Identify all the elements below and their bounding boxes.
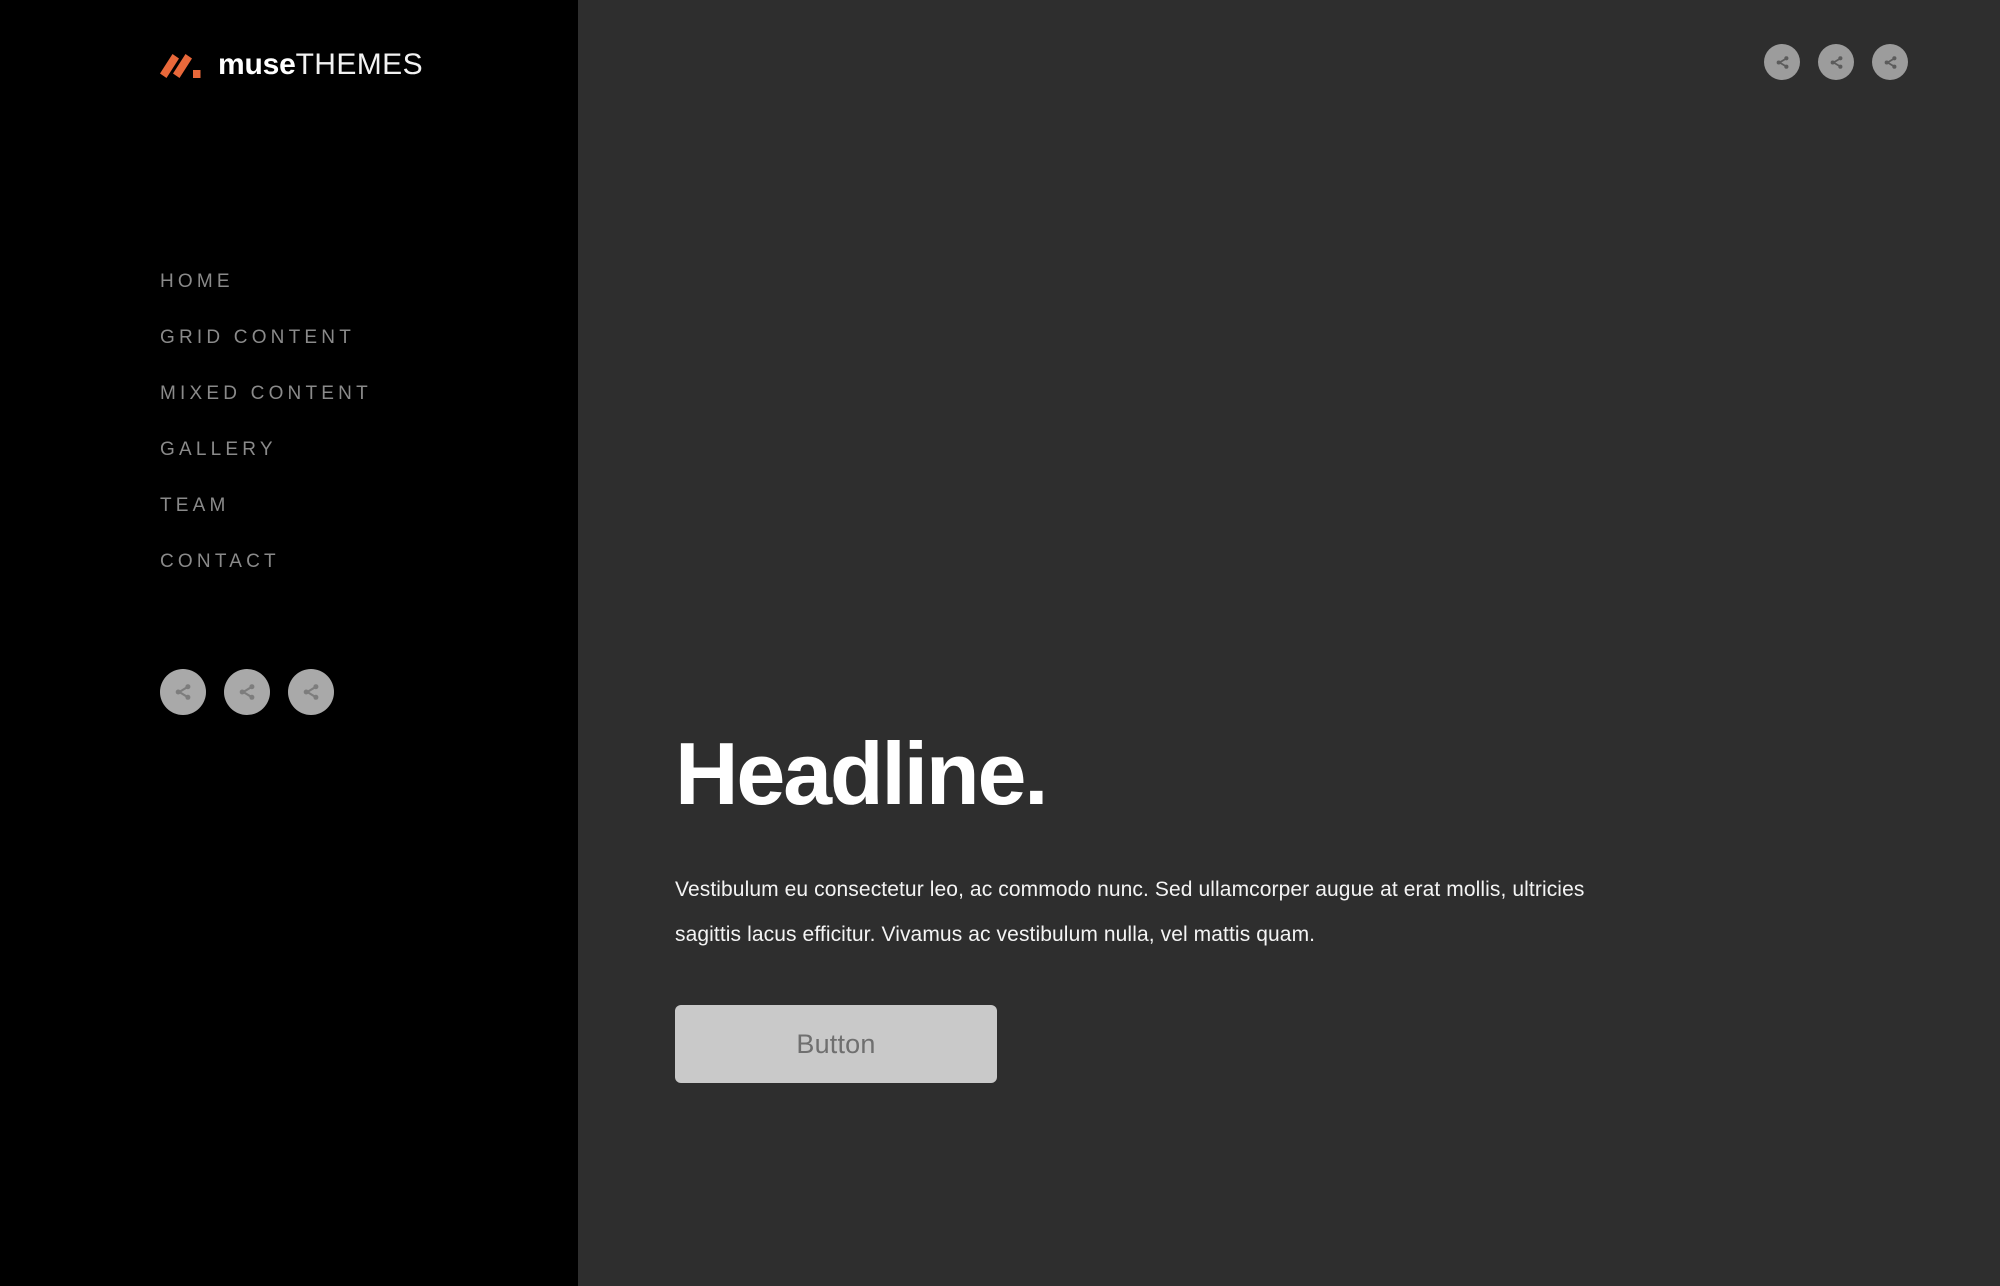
share-icon [303,684,319,700]
hero-body-text: Vestibulum eu consectetur leo, ac commod… [675,878,1585,946]
muse-chevron-mark-icon [160,54,201,78]
sidebar-share-button-2[interactable] [224,669,270,715]
share-icon [175,684,191,700]
share-icon [1830,55,1842,69]
sidebar: museTHEMES HOME GRID CONTENT MIXED CONTE… [0,0,578,1286]
logo-secondary-text: THEMES [295,48,423,81]
sidebar-item-contact[interactable]: CONTACT [160,552,540,572]
brand-logo[interactable]: museTHEMES [160,48,423,82]
sidebar-item-team[interactable]: TEAM [160,496,540,516]
sidebar-item-grid-content[interactable]: GRID CONTENT [160,328,540,348]
page-title: Headline. [675,724,1049,823]
share-icon [1776,55,1788,69]
sidebar-share-button-3[interactable] [288,669,334,715]
header-share-button-2[interactable] [1818,44,1854,80]
sidebar-item-gallery[interactable]: GALLERY [160,440,540,460]
page-root: museTHEMES HOME GRID CONTENT MIXED CONTE… [0,0,2000,1286]
hero-section: Headline. Vestibulum eu consectetur leo,… [675,730,1935,1083]
logo-wordmark: museTHEMES [218,50,423,80]
logo-primary-text: muse [218,48,296,81]
sidebar-item-mixed-content[interactable]: MIXED CONTENT [160,384,540,404]
sidebar-share-button-1[interactable] [160,669,206,715]
sidebar-item-home[interactable]: HOME [160,272,540,292]
share-icon [239,684,255,700]
header-share-button-1[interactable] [1764,44,1800,80]
main-content: Headline. Vestibulum eu consectetur leo,… [578,0,2000,1286]
hero-cta-button[interactable]: Button [675,1005,997,1083]
header-social-links [1764,44,1908,80]
share-icon [1884,55,1896,69]
header-share-button-3[interactable] [1872,44,1908,80]
main-navigation: HOME GRID CONTENT MIXED CONTENT GALLERY … [160,272,540,572]
sidebar-social-links [160,669,334,715]
